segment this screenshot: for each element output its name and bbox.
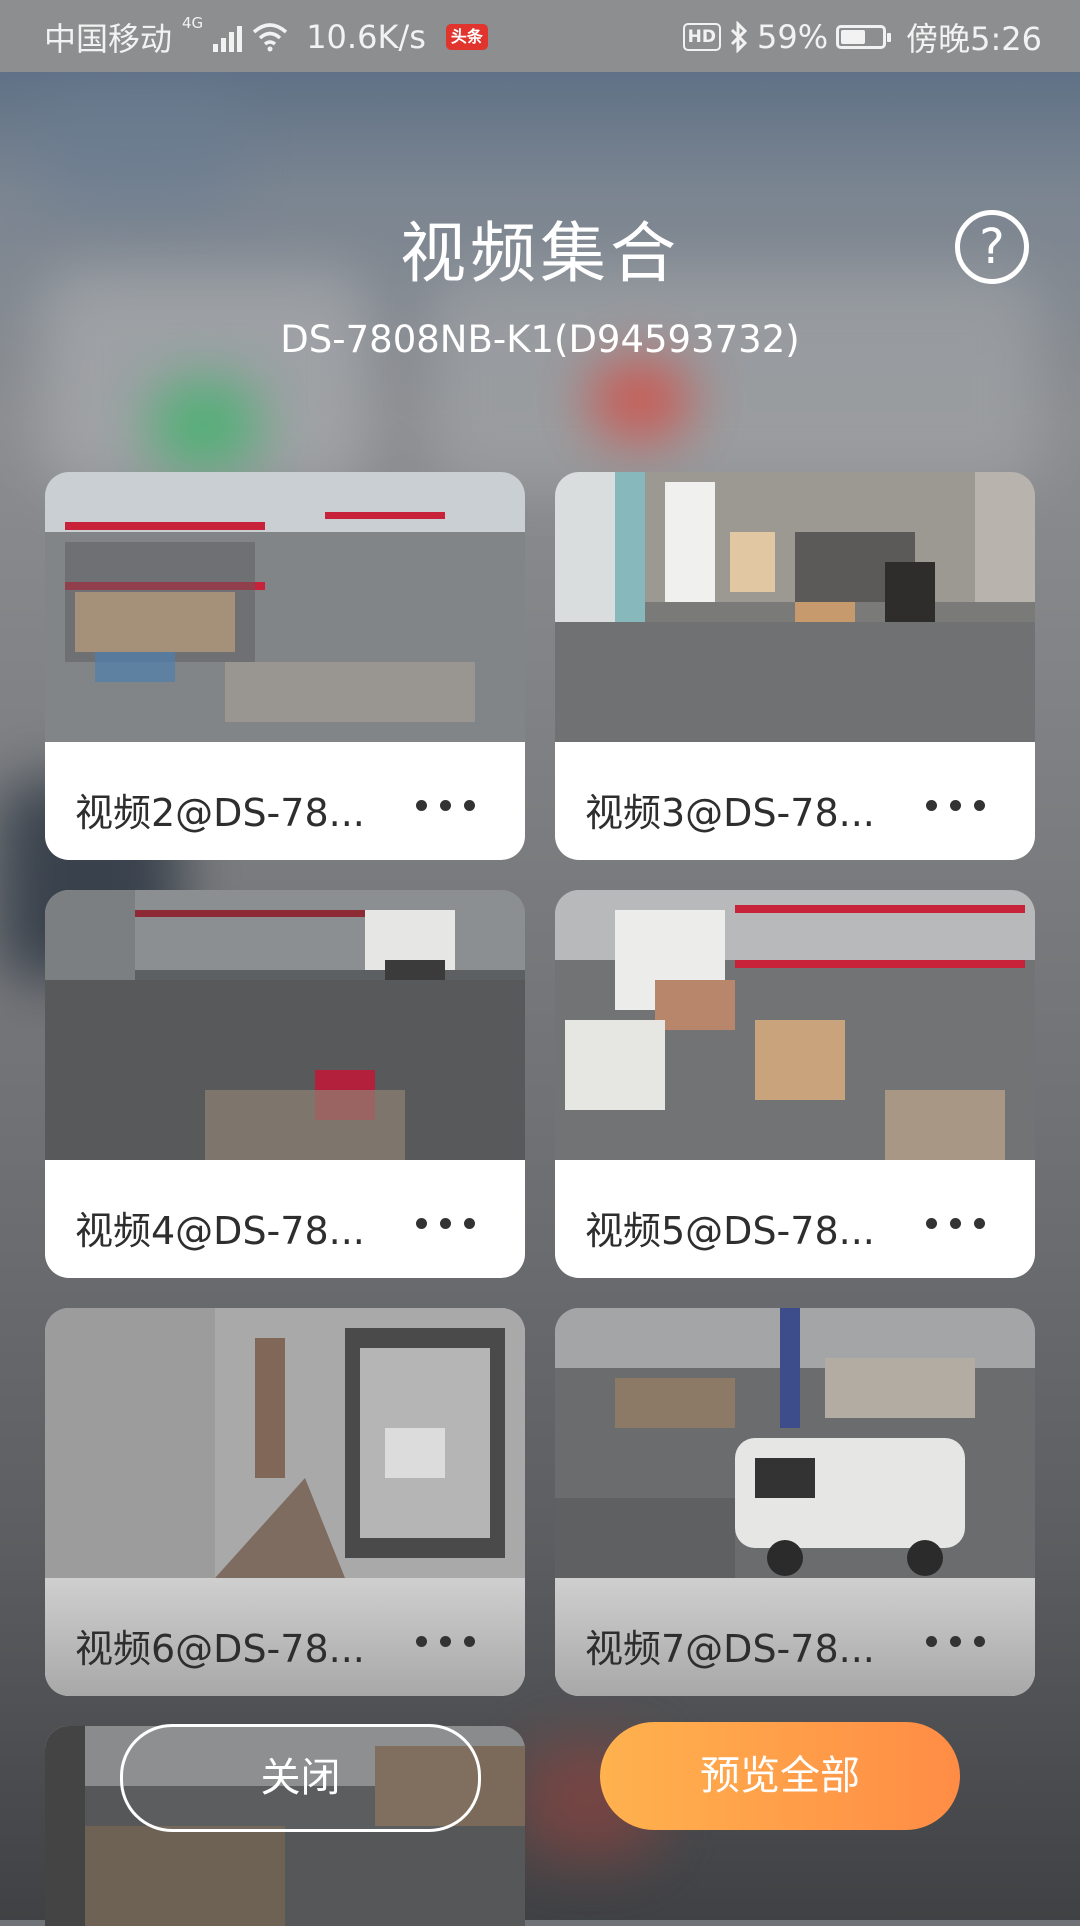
channel-card[interactable]: 视频6@DS-78...	[45, 1308, 525, 1696]
device-name: DS-7808NB-K1(D94593732)	[280, 318, 800, 361]
battery-level	[841, 30, 865, 44]
camera-preview[interactable]	[45, 472, 525, 742]
battery-percent: 59%	[757, 18, 829, 56]
more-icon[interactable]	[926, 1218, 985, 1229]
bluetooth-icon	[730, 21, 748, 53]
signal-icon	[213, 22, 243, 52]
channel-card[interactable]: 视频2@DS-78...	[45, 472, 525, 860]
page-title: 视频集合	[400, 215, 680, 292]
news-app-icon: 头条	[445, 24, 488, 50]
channel-card[interactable]: 视频3@DS-78...	[555, 472, 1035, 860]
channel-label: 视频2@DS-78...	[75, 791, 365, 835]
more-icon[interactable]	[416, 1636, 475, 1647]
close-button[interactable]: 关闭	[120, 1724, 481, 1832]
channel-label: 视频7@DS-78...	[585, 1627, 875, 1671]
camera-preview[interactable]	[555, 1308, 1035, 1578]
channel-card[interactable]: 视频4@DS-78...	[45, 890, 525, 1278]
network-speed: 10.6K/s	[306, 18, 426, 56]
camera-preview[interactable]	[45, 1308, 525, 1578]
channel-card[interactable]: 视频7@DS-78...	[555, 1308, 1035, 1696]
channel-label: 视频4@DS-78...	[75, 1209, 365, 1253]
status-bar: 中国移动 4G 10.6K/s 头条 HD 59% 傍晚5:26	[0, 0, 1080, 72]
question-circle-icon[interactable]: ?	[955, 210, 1029, 284]
network-type: 4G	[182, 14, 204, 32]
channel-label: 视频5@DS-78...	[585, 1209, 875, 1253]
preview-all-button[interactable]: 预览全部	[600, 1722, 960, 1830]
channel-label: 视频3@DS-78...	[585, 791, 875, 835]
battery-icon	[836, 25, 892, 49]
camera-preview[interactable]	[555, 890, 1035, 1160]
channel-card[interactable]: 视频5@DS-78...	[555, 890, 1035, 1278]
camera-preview[interactable]	[555, 472, 1035, 742]
camera-preview[interactable]	[45, 890, 525, 1160]
clock: 傍晚5:26	[906, 20, 1042, 58]
more-icon[interactable]	[926, 800, 985, 811]
more-icon[interactable]	[416, 800, 475, 811]
wifi-icon	[253, 23, 288, 52]
channel-label: 视频6@DS-78...	[75, 1627, 365, 1671]
hd-icon: HD	[682, 23, 721, 51]
carrier-name: 中国移动	[44, 20, 173, 58]
more-icon[interactable]	[926, 1636, 985, 1647]
more-icon[interactable]	[416, 1218, 475, 1229]
